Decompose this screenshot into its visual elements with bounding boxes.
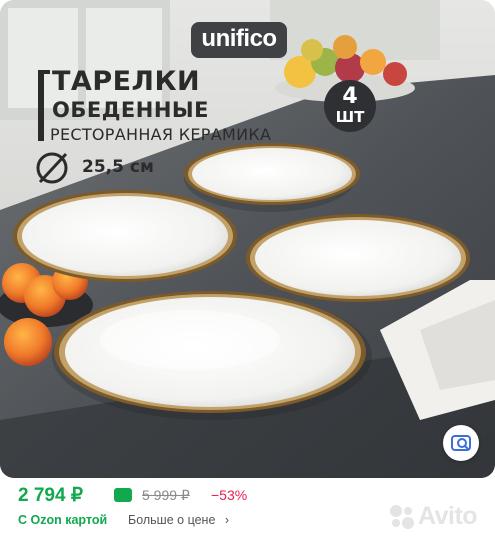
more-price-label: Больше о цене xyxy=(128,513,216,527)
ozon-card-label: С Ozon картой xyxy=(18,513,108,527)
avito-watermark: Avito xyxy=(388,500,484,532)
current-price: 2 794 ₽ xyxy=(18,485,83,506)
count-unit: ШТ xyxy=(335,108,365,126)
image-search-button[interactable] xyxy=(443,425,479,461)
diameter-value: 25,5 см xyxy=(82,157,154,177)
chevron-right-icon: › xyxy=(224,513,230,527)
product-image[interactable]: unifico ТАРЕЛКИ ОБЕДЕННЫЕ РЕСТОРАННАЯ КЕ… xyxy=(0,0,495,478)
brand-logo: unifico xyxy=(191,22,287,58)
avito-watermark-text: Avito xyxy=(418,502,478,530)
more-price-link[interactable]: Больше о цене › xyxy=(128,513,229,527)
title-line-1: ТАРЕЛКИ xyxy=(52,66,201,97)
title-line-3: РЕСТОРАННАЯ КЕРАМИКА xyxy=(50,125,272,144)
discount-badge: −53% xyxy=(211,487,248,503)
avito-logo-icon xyxy=(390,505,414,529)
title-bracket xyxy=(38,70,44,141)
wallet-icon xyxy=(114,488,132,502)
diameter-icon xyxy=(36,152,68,184)
image-search-icon xyxy=(451,435,471,451)
count-number: 4 xyxy=(342,84,358,109)
title-line-2: ОБЕДЕННЫЕ xyxy=(52,98,210,122)
count-badge: 4 ШТ xyxy=(324,80,376,132)
old-price: 5 999 ₽ xyxy=(142,487,190,503)
